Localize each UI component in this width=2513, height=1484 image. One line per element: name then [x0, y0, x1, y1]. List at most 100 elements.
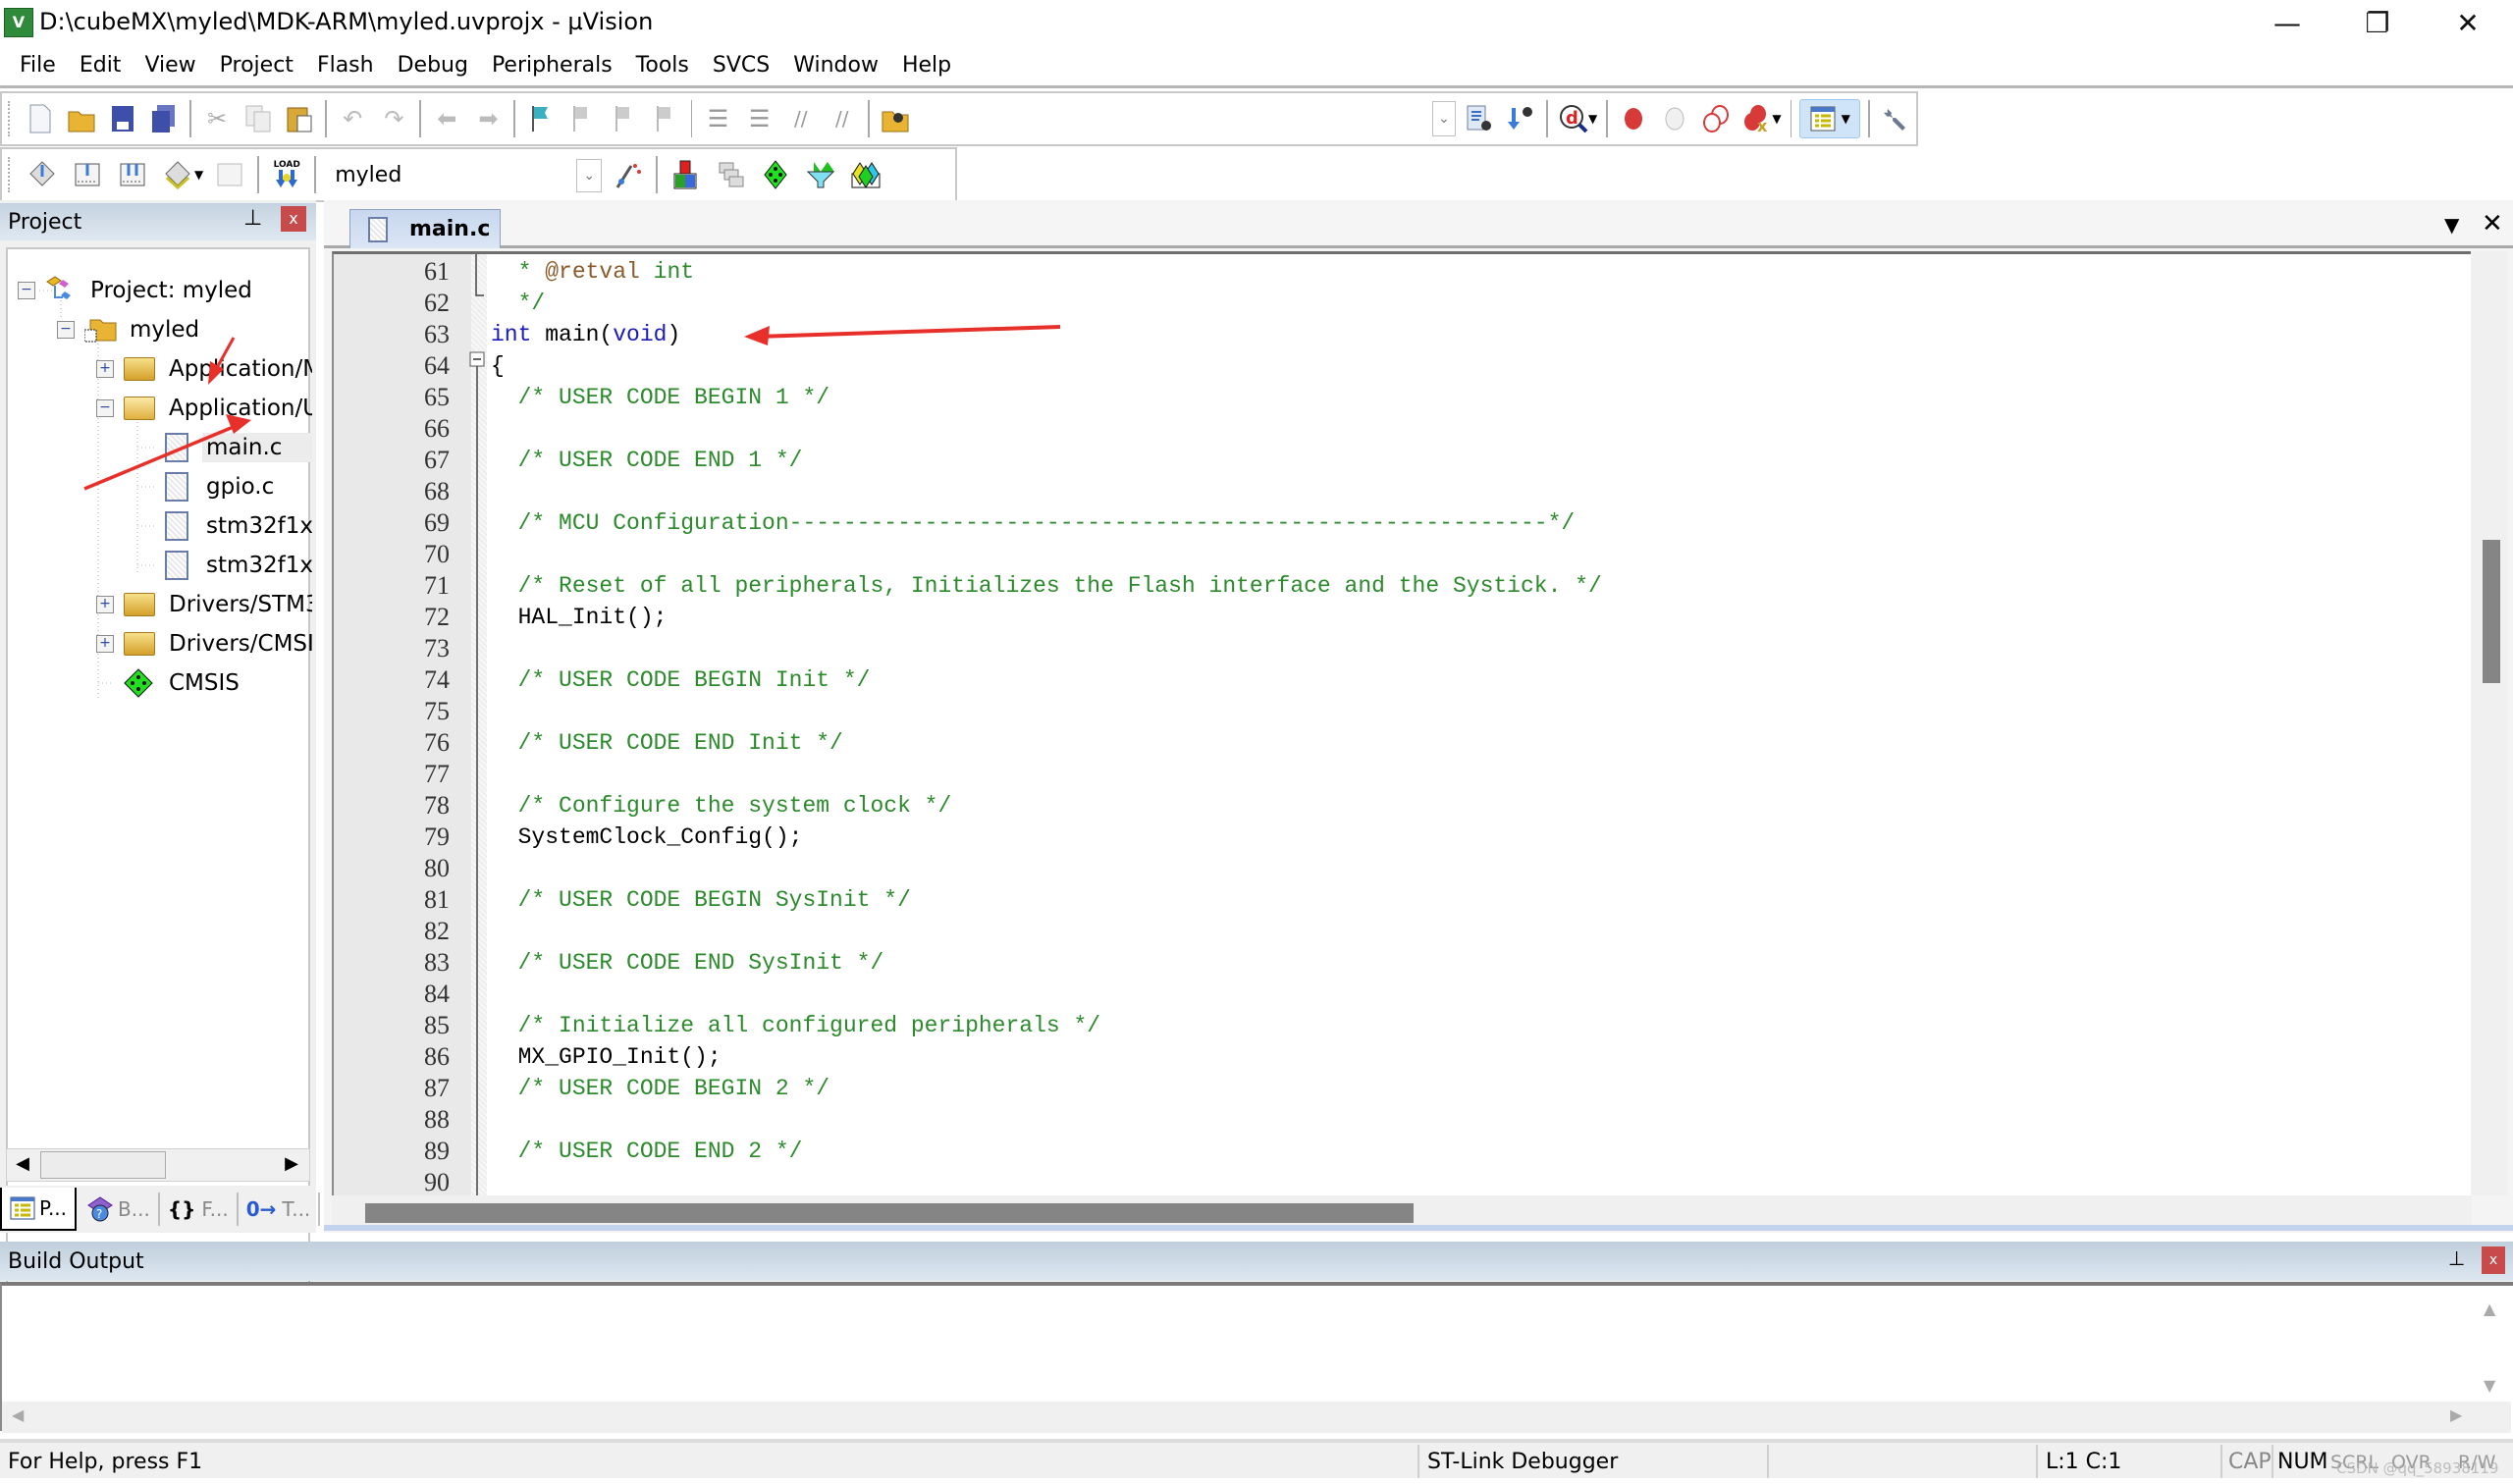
navigate-back-icon[interactable]: ⬅ — [429, 99, 464, 138]
scroll-right-icon[interactable]: ▶ — [278, 1153, 305, 1179]
code-line[interactable]: /* USER CODE BEGIN SysInit */ — [491, 884, 911, 916]
menu-window[interactable]: Window — [781, 53, 890, 78]
close-build-output-button[interactable]: x — [2482, 1246, 2505, 1274]
scroll-left-icon[interactable]: ◀ — [12, 1405, 24, 1424]
tree-item-project[interactable]: − Project: myled — [18, 273, 252, 308]
configure-icon[interactable] — [1878, 99, 1913, 138]
code-line[interactable]: /* USER CODE END Init */ — [491, 727, 843, 759]
manage-project-items-icon[interactable] — [666, 155, 705, 194]
code-line[interactable]: /* MCU Configuration--------------------… — [491, 507, 1576, 539]
uncomment-icon[interactable]: // — [825, 99, 860, 138]
menu-svcs[interactable]: SVCS — [701, 53, 781, 78]
menu-edit[interactable]: Edit — [68, 53, 134, 78]
tab-project[interactable]: P... — [0, 1188, 78, 1231]
minimize-button[interactable]: — — [2242, 0, 2332, 45]
debug-session-icon[interactable]: d — [1556, 99, 1591, 138]
tree-item-target[interactable]: − myled — [57, 312, 199, 347]
tree-item-folder[interactable]: + Application/MDK-ARM — [96, 351, 312, 387]
redo-icon[interactable]: ↷ — [376, 99, 411, 138]
code-line[interactable]: /* USER CODE BEGIN 2 */ — [491, 1073, 829, 1104]
menu-tools[interactable]: Tools — [624, 53, 701, 78]
code-line[interactable]: /* USER CODE END 2 */ — [491, 1136, 803, 1167]
disable-all-breakpoints-icon[interactable] — [1698, 99, 1734, 138]
clear-bookmarks-icon[interactable] — [648, 99, 683, 138]
tab-main-c[interactable]: main.c — [349, 209, 501, 248]
tab-functions[interactable]: {} F... — [160, 1192, 239, 1226]
unindent-icon[interactable]: ☰ — [742, 99, 777, 138]
editor-vertical-scrollbar[interactable] — [2471, 251, 2508, 1195]
scroll-right-icon[interactable]: ▶ — [2450, 1405, 2462, 1424]
scroll-thumb[interactable] — [40, 1151, 166, 1179]
incremental-find-icon[interactable] — [1503, 99, 1538, 138]
find-icon[interactable] — [1462, 99, 1497, 138]
tab-templates[interactable]: 0→ T... — [239, 1192, 321, 1226]
find-combo-dropdown[interactable]: ⌄ — [1432, 101, 1456, 136]
pin-icon[interactable]: ⊥ — [243, 206, 262, 231]
code-line[interactable]: MX_GPIO_Init(); — [491, 1041, 722, 1073]
rebuild-icon[interactable] — [113, 155, 152, 194]
close-panel-button[interactable]: x — [281, 206, 306, 232]
prev-bookmark-icon[interactable] — [564, 99, 600, 138]
pack-installer-icon[interactable] — [801, 155, 840, 194]
save-icon[interactable] — [105, 99, 140, 138]
scroll-left-icon[interactable]: ◀ — [9, 1153, 36, 1179]
paste-icon[interactable] — [282, 99, 317, 138]
collapse-icon[interactable]: − — [96, 399, 114, 417]
open-file-icon[interactable] — [64, 99, 99, 138]
scroll-down-icon[interactable]: ▼ — [2484, 1376, 2495, 1395]
menu-help[interactable]: Help — [890, 53, 963, 78]
target-select-dropdown-icon[interactable]: ⌄ — [576, 159, 603, 192]
toolbar-grip[interactable] — [8, 101, 12, 136]
undo-icon[interactable]: ↶ — [335, 99, 370, 138]
select-packs-icon[interactable] — [711, 155, 750, 194]
bookmark-icon[interactable] — [523, 99, 559, 138]
menu-peripherals[interactable]: Peripherals — [480, 53, 624, 78]
load-icon[interactable]: LOAD — [267, 155, 306, 194]
software-packs-icon[interactable] — [846, 155, 885, 194]
comment-icon[interactable]: // — [783, 99, 819, 138]
code-line[interactable]: /* USER CODE BEGIN 1 */ — [491, 382, 829, 413]
menu-view[interactable]: View — [133, 53, 207, 78]
build-horizontal-scrollbar[interactable]: ◀ ▶ — [2, 1402, 2511, 1433]
toolbar-grip[interactable] — [8, 157, 12, 192]
code-line[interactable]: HAL_Init(); — [491, 602, 668, 633]
restore-button[interactable]: ❐ — [2332, 0, 2423, 45]
close-window-button[interactable]: ✕ — [2423, 0, 2513, 45]
collapse-icon[interactable]: − — [57, 321, 75, 339]
expand-icon[interactable]: + — [96, 635, 114, 653]
next-bookmark-icon[interactable] — [606, 99, 641, 138]
batch-build-icon[interactable] — [158, 155, 197, 194]
tree-item-file[interactable]: main.c — [165, 430, 312, 465]
code-line[interactable]: SystemClock_Config(); — [491, 822, 803, 853]
save-all-icon[interactable] — [146, 99, 182, 138]
horizontal-scroll-thumb[interactable] — [365, 1203, 1414, 1223]
menu-project[interactable]: Project — [208, 53, 305, 78]
collapse-icon[interactable]: − — [18, 282, 35, 299]
batch-build-dropdown-icon[interactable]: ▼ — [194, 168, 203, 182]
code-line[interactable]: /* USER CODE END 1 */ — [491, 445, 803, 476]
tree-item-file[interactable]: stm32f1xx_hal_msp.c — [165, 548, 312, 583]
disable-breakpoint-icon[interactable] — [1657, 99, 1692, 138]
tree-item-folder[interactable]: − Application/User — [96, 391, 312, 426]
navigate-forward-icon[interactable]: ➡ — [470, 99, 506, 138]
indent-icon[interactable]: ☰ — [700, 99, 735, 138]
breakpoint-icon[interactable] — [1616, 99, 1651, 138]
code-line[interactable]: int main(void) — [491, 319, 680, 350]
code-line[interactable]: /* Reset of all peripherals, Initializes… — [491, 570, 1602, 602]
expand-icon[interactable]: + — [96, 596, 114, 613]
code-line[interactable]: /* USER CODE END SysInit */ — [491, 947, 884, 979]
project-horizontal-scrollbar[interactable]: ◀ ▶ — [6, 1148, 310, 1182]
code-line[interactable]: * @retval int — [491, 256, 694, 288]
breakpoints-dropdown-icon[interactable]: ▼ — [1772, 112, 1781, 126]
close-editor-icon[interactable]: ✕ — [2482, 209, 2503, 238]
tree-item-file[interactable]: gpio.c — [165, 469, 312, 504]
code-area[interactable]: 61 * @retval int 62 */ 63 int main(void) 64 {… — [332, 251, 2482, 1195]
kill-all-breakpoints-icon[interactable]: x — [1739, 99, 1775, 138]
code-line[interactable]: { — [491, 350, 505, 382]
tab-books[interactable]: ? B... — [77, 1192, 160, 1226]
pin-icon[interactable]: ⊥ — [2448, 1246, 2465, 1270]
window-layout-icon[interactable]: ▼ — [1799, 99, 1860, 138]
options-for-target-icon[interactable] — [609, 155, 648, 194]
tree-item-folder[interactable]: + Drivers/STM32F1xx_HAL_Driver — [96, 587, 312, 622]
tab-list-dropdown-icon[interactable]: ▼ — [2444, 213, 2459, 237]
